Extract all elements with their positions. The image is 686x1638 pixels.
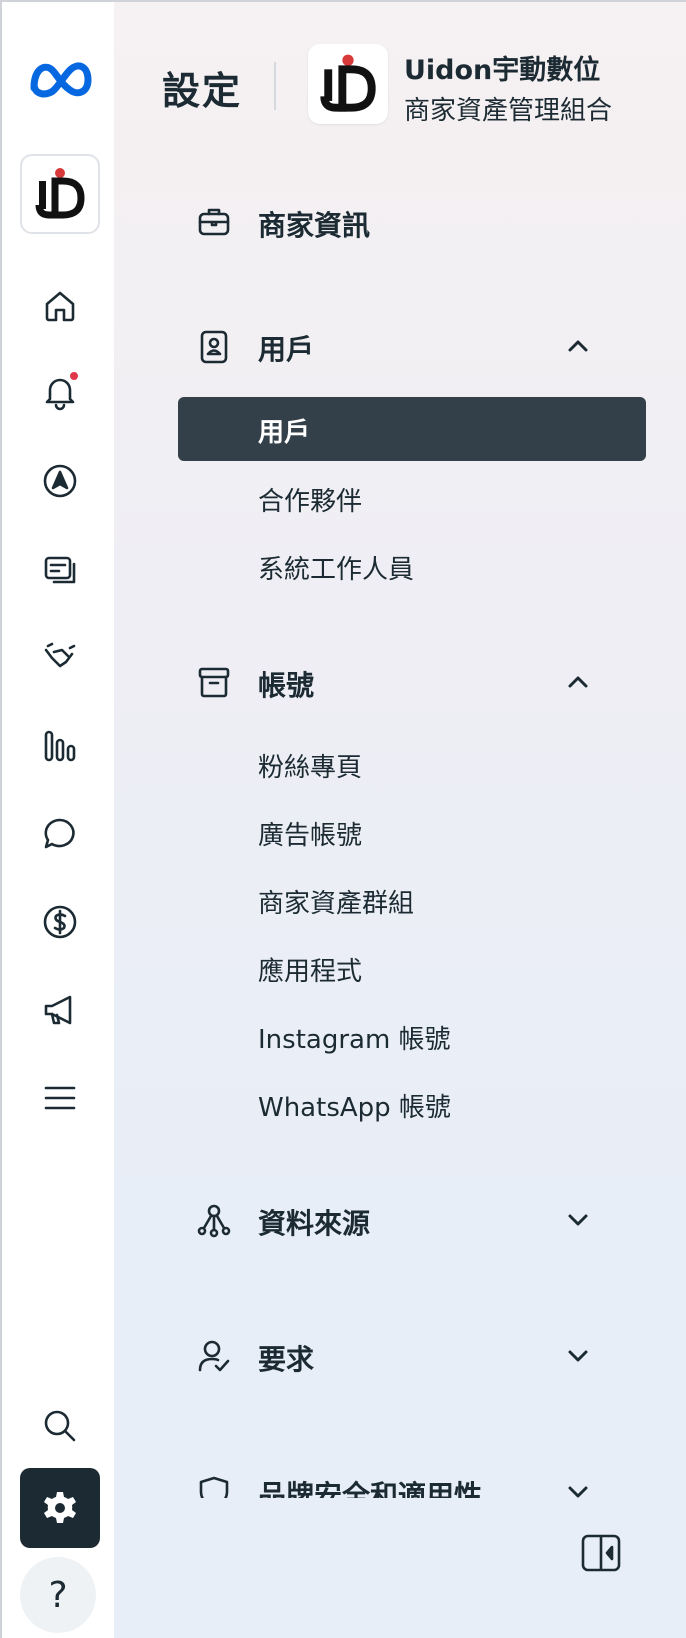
- nav-item-instagram-accounts[interactable]: Instagram 帳號: [258, 1019, 451, 1056]
- gear-icon: [44, 1492, 76, 1523]
- data-source-icon: [197, 1204, 231, 1238]
- megaphone-icon: [44, 995, 72, 1025]
- user-check-icon: [198, 1340, 230, 1372]
- nav-item-label: 用戶: [258, 418, 311, 448]
- nav-item-apps[interactable]: 應用程式: [258, 951, 362, 988]
- dollar-icon: [43, 905, 77, 939]
- shield-icon: [199, 1476, 229, 1498]
- settings-nav: 商家資訊 用戶 用戶 合作夥伴 系統工作人員 帳號 粉絲專頁 廣告帳號 商家資產…: [114, 2, 686, 1498]
- settings-panel: 設定 Uidon宇動數位 商家資產管理組合 商家資訊 用戶 用戶 合作夥伴 系統…: [114, 2, 686, 1638]
- section-brand-safety[interactable]: 品牌安全和適用性: [114, 1462, 686, 1498]
- menu-icon: [44, 1086, 76, 1110]
- inbox-button[interactable]: [36, 810, 84, 858]
- card-icon: [44, 556, 76, 584]
- collapse-panel-icon[interactable]: [580, 1532, 622, 1574]
- section-label: 要求: [258, 1343, 315, 1376]
- section-label: 資料來源: [258, 1207, 371, 1240]
- chevron-up-icon[interactable]: [564, 668, 592, 696]
- help-icon: ?: [48, 1574, 68, 1616]
- ads-button[interactable]: [36, 986, 84, 1034]
- section-business-info[interactable]: 商家資訊: [114, 192, 686, 252]
- nav-item-users[interactable]: 用戶: [178, 397, 646, 461]
- search-icon: [44, 1410, 76, 1442]
- nav-item-system-users[interactable]: 系統工作人員: [258, 549, 414, 586]
- nav-item-partners[interactable]: 合作夥伴: [258, 481, 362, 518]
- uidon-logo: [35, 168, 85, 219]
- section-label: 帳號: [258, 669, 315, 702]
- help-button[interactable]: ?: [20, 1557, 96, 1633]
- settings-button[interactable]: [20, 1468, 100, 1548]
- meta-logo[interactable]: [26, 54, 96, 102]
- archive-icon: [198, 667, 230, 698]
- section-data-sources[interactable]: 資料來源: [114, 1190, 686, 1250]
- notification-badge: [68, 370, 80, 382]
- explore-button[interactable]: [36, 457, 84, 505]
- chat-icon: [44, 818, 75, 849]
- section-label: 用戶: [258, 333, 315, 366]
- insights-button[interactable]: [36, 722, 84, 770]
- home-icon: [45, 291, 75, 322]
- content-button[interactable]: [36, 546, 84, 594]
- partnerships-button[interactable]: [36, 632, 84, 680]
- nav-item-whatsapp-accounts[interactable]: WhatsApp 帳號: [258, 1087, 451, 1124]
- notifications-button[interactable]: [36, 368, 84, 416]
- chevron-down-icon[interactable]: [564, 1206, 592, 1234]
- business-avatar[interactable]: [20, 154, 100, 234]
- bar-chart-icon: [44, 730, 76, 762]
- briefcase-icon: [198, 208, 230, 236]
- section-users[interactable]: 用戶: [114, 316, 686, 376]
- handshake-icon: [44, 642, 76, 668]
- chevron-down-icon[interactable]: [564, 1478, 592, 1498]
- compass-icon: [43, 464, 77, 498]
- billing-button[interactable]: [36, 898, 84, 946]
- section-label: 品牌安全和適用性: [258, 1479, 483, 1498]
- search-button[interactable]: [36, 1402, 84, 1450]
- nav-item-ad-accounts[interactable]: 廣告帳號: [258, 815, 362, 852]
- nav-item-pages[interactable]: 粉絲專頁: [258, 747, 362, 784]
- all-tools-button[interactable]: [36, 1074, 84, 1122]
- chevron-up-icon[interactable]: [564, 332, 592, 360]
- chevron-down-icon[interactable]: [564, 1342, 592, 1370]
- id-card-icon: [200, 330, 228, 364]
- section-accounts[interactable]: 帳號: [114, 652, 686, 712]
- left-rail: ?: [2, 2, 114, 1638]
- section-label: 商家資訊: [258, 209, 371, 242]
- home-button[interactable]: [36, 282, 84, 330]
- section-requests[interactable]: 要求: [114, 1326, 686, 1386]
- nav-item-business-asset-groups[interactable]: 商家資產群組: [258, 883, 414, 920]
